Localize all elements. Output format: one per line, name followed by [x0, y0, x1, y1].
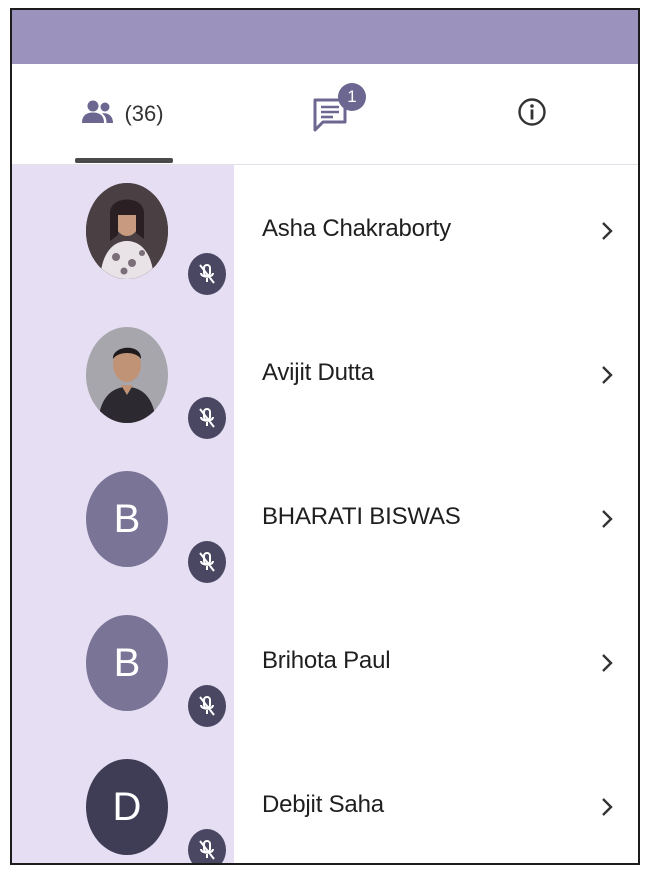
- participant-name: BHARATI BISWAS: [262, 503, 461, 530]
- tab-bar: (36) 1: [12, 64, 638, 165]
- mic-off-icon: [188, 541, 226, 583]
- participant-row[interactable]: D Debjit Saha: [12, 741, 638, 863]
- participant-name: Brihota Paul: [262, 647, 391, 674]
- participant-row[interactable]: B BHARATI BISWAS: [12, 453, 638, 597]
- chevron-right-icon: [598, 797, 616, 817]
- chevron-right-icon: [598, 365, 616, 385]
- mic-off-icon: [188, 253, 226, 295]
- active-tab-indicator: [75, 158, 173, 163]
- tab-info[interactable]: [482, 64, 582, 164]
- unread-badge: 1: [338, 83, 366, 111]
- participant-name: Avijit Dutta: [262, 359, 374, 386]
- avatar: D: [86, 759, 168, 855]
- participant-name: Asha Chakraborty: [262, 215, 451, 242]
- mic-off-icon: [188, 685, 226, 727]
- avatar: B: [86, 471, 168, 567]
- participant-count: (36): [124, 101, 164, 126]
- people-icon: [80, 100, 116, 129]
- info-icon: [517, 97, 547, 132]
- avatar: [86, 327, 168, 423]
- participant-name: Debjit Saha: [262, 791, 384, 818]
- avatar: B: [86, 615, 168, 711]
- tab-participants[interactable]: (36): [52, 64, 192, 164]
- chevron-right-icon: [598, 221, 616, 241]
- mic-off-icon: [188, 397, 226, 439]
- chevron-right-icon: [598, 509, 616, 529]
- participant-row[interactable]: Avijit Dutta: [12, 309, 638, 453]
- chat-icon: [312, 98, 352, 137]
- chevron-right-icon: [598, 653, 616, 673]
- participant-list: Asha Chakraborty Avijit Dutta B BHARATI …: [12, 165, 638, 863]
- avatar: [86, 183, 168, 279]
- participant-row[interactable]: Asha Chakraborty: [12, 165, 638, 309]
- top-bar: [12, 10, 638, 64]
- participants-panel: (36) 1 Asha Chakraborty Avijit Dutta B B…: [10, 8, 640, 865]
- participant-row[interactable]: B Brihota Paul: [12, 597, 638, 741]
- tab-chat[interactable]: 1: [282, 64, 382, 164]
- mic-off-icon: [188, 829, 226, 863]
